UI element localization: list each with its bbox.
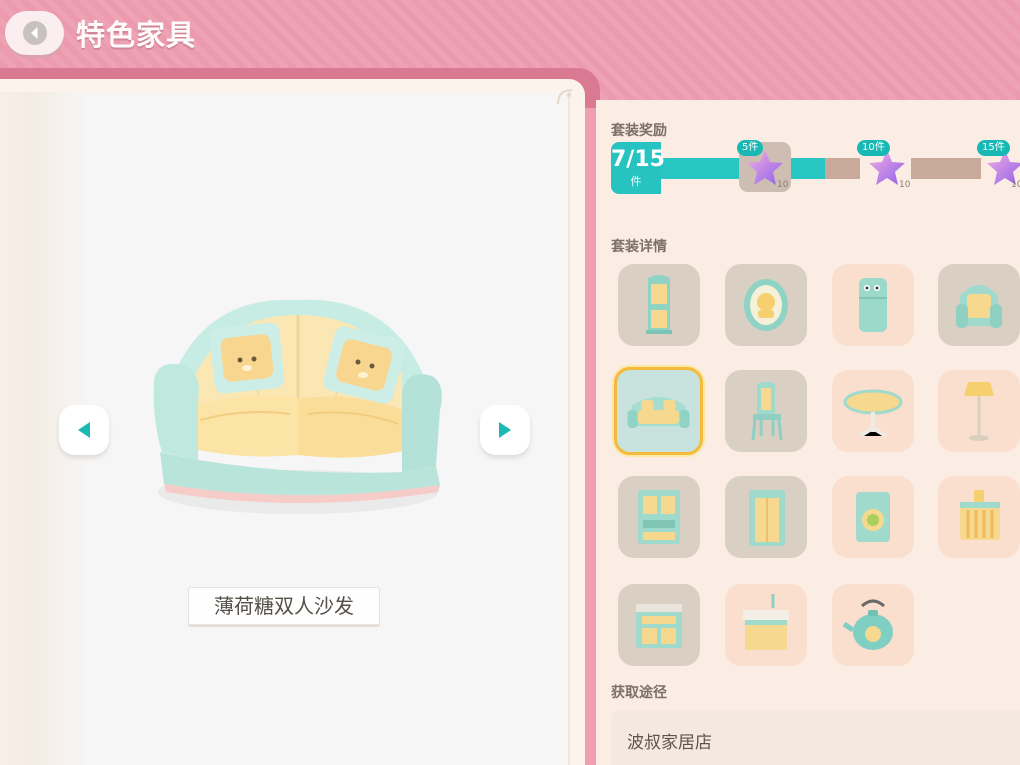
furniture-framed-portrait[interactable]	[725, 264, 807, 346]
prev-item-button[interactable]	[59, 405, 109, 455]
reward-milestone-5[interactable]: 5件 10	[737, 140, 791, 192]
progress-count: 7/15	[611, 147, 665, 172]
progress-badge: 7/15 件	[611, 142, 665, 194]
portrait-frame-icon	[744, 279, 788, 331]
furniture-wall-shelf[interactable]	[938, 476, 1020, 558]
acquire-source-card[interactable]: 波叔家居店	[611, 710, 1020, 765]
reward-tag: 10件	[857, 140, 890, 156]
progress-bar-empty	[825, 158, 860, 179]
sofa-icon	[627, 397, 690, 428]
sink-counter-icon	[743, 594, 789, 650]
progress-bar-empty	[911, 158, 981, 179]
furniture-round-table[interactable]	[832, 370, 914, 452]
cabinet-icon	[646, 275, 672, 334]
furniture-floor-lamp[interactable]	[938, 370, 1020, 452]
acquire-heading: 获取途径	[611, 685, 667, 701]
bookshelf-icon	[638, 490, 680, 544]
washing-machine-icon	[856, 492, 890, 542]
set-details-heading: 套装详情	[611, 239, 667, 255]
furniture-sink-counter[interactable]	[725, 584, 807, 666]
reward-qty: 10	[777, 180, 789, 190]
round-table-icon	[843, 389, 903, 438]
page-title: 特色家具	[76, 18, 197, 52]
furniture-dresser[interactable]	[618, 584, 700, 666]
back-button[interactable]	[5, 11, 64, 55]
reward-qty: 10	[1011, 180, 1020, 190]
reward-tag: 5件	[737, 140, 764, 156]
chair-icon	[751, 382, 783, 441]
triangle-right-icon	[499, 422, 511, 438]
teapot-icon	[842, 599, 893, 650]
refrigerator-icon	[859, 278, 887, 332]
sofa-preview-image	[153, 299, 442, 514]
chevron-left-icon	[22, 21, 47, 45]
furniture-chair[interactable]	[725, 370, 807, 452]
reward-tag: 15件	[977, 140, 1010, 156]
furniture-teapot[interactable]	[832, 584, 914, 666]
reward-milestone-10[interactable]: 10件 10	[857, 140, 913, 192]
corner-ornament-icon	[557, 89, 573, 105]
reward-qty: 10	[899, 180, 911, 190]
furniture-sofa[interactable]	[614, 367, 703, 455]
furniture-armchair[interactable]	[938, 264, 1020, 346]
reward-progress-track: 7/15 件 5件 10 10件 10 15件 10	[611, 140, 1020, 198]
set-reward-heading: 套装奖励	[611, 123, 667, 139]
furniture-washing-machine[interactable]	[832, 476, 914, 558]
wardrobe-icon	[749, 490, 785, 546]
triangle-left-icon	[78, 422, 90, 438]
progress-unit: 件	[630, 175, 642, 188]
furniture-wardrobe[interactable]	[725, 476, 807, 558]
armchair-icon	[956, 285, 1002, 328]
furniture-cabinet[interactable]	[618, 264, 700, 346]
dresser-icon	[636, 604, 682, 648]
next-item-button[interactable]	[480, 405, 530, 455]
item-name-label: 薄荷糖双人沙发	[188, 587, 380, 625]
furniture-refrigerator[interactable]	[832, 264, 914, 346]
reward-milestone-15[interactable]: 15件 10	[977, 140, 1020, 192]
acquire-source-name: 波叔家居店	[627, 733, 712, 753]
floor-lamp-icon	[964, 382, 994, 441]
wall-shelf-icon	[960, 490, 1000, 540]
furniture-bookshelf[interactable]	[618, 476, 700, 558]
